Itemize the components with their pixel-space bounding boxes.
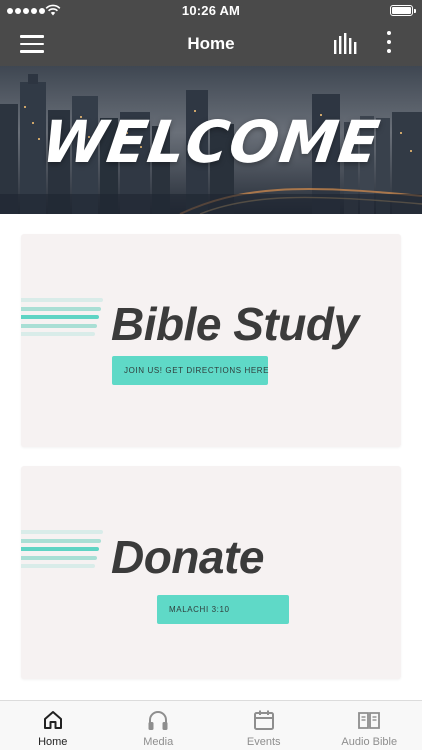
content-area[interactable]: Bible Study JOIN US! GET DIRECTIONS HERE… (0, 214, 422, 700)
decorative-stripes (21, 530, 103, 573)
battery-icon (390, 5, 416, 16)
decorative-stripes (21, 298, 103, 341)
tab-events[interactable]: Events (211, 701, 317, 750)
more-vertical-icon[interactable] (382, 31, 396, 57)
status-time: 10:26 AM (181, 3, 241, 18)
get-directions-button[interactable]: JOIN US! GET DIRECTIONS HERE (112, 356, 269, 385)
home-icon (43, 711, 62, 729)
status-bar: 10:26 AM (0, 0, 422, 22)
headphones-icon (148, 711, 168, 730)
top-navigation-bar: Home (0, 22, 422, 66)
tab-media[interactable]: Media (106, 701, 212, 750)
malachi-button[interactable]: MALACHI 3:10 (157, 595, 289, 624)
tab-home[interactable]: Home (0, 701, 106, 750)
calendar-icon (253, 710, 274, 730)
welcome-title: WELCOME (37, 108, 385, 176)
card-title: Bible Study (111, 298, 359, 350)
tab-label: Events (246, 736, 281, 748)
bottom-tab-bar: Home Media Events Audio Bible (0, 700, 422, 750)
bible-study-card[interactable]: Bible Study JOIN US! GET DIRECTIONS HERE (21, 234, 401, 447)
audio-bars-icon[interactable] (333, 33, 359, 55)
donate-card[interactable]: Donate MALACHI 3:10 (21, 466, 401, 679)
tab-audio-bible[interactable]: Audio Bible (317, 701, 422, 750)
welcome-banner: WELCOME (0, 66, 422, 214)
card-title: Donate (111, 531, 264, 583)
tab-label: Home (38, 736, 68, 748)
tab-label: Audio Bible (341, 736, 398, 748)
open-book-icon (358, 712, 381, 729)
tab-label: Media (143, 736, 174, 748)
